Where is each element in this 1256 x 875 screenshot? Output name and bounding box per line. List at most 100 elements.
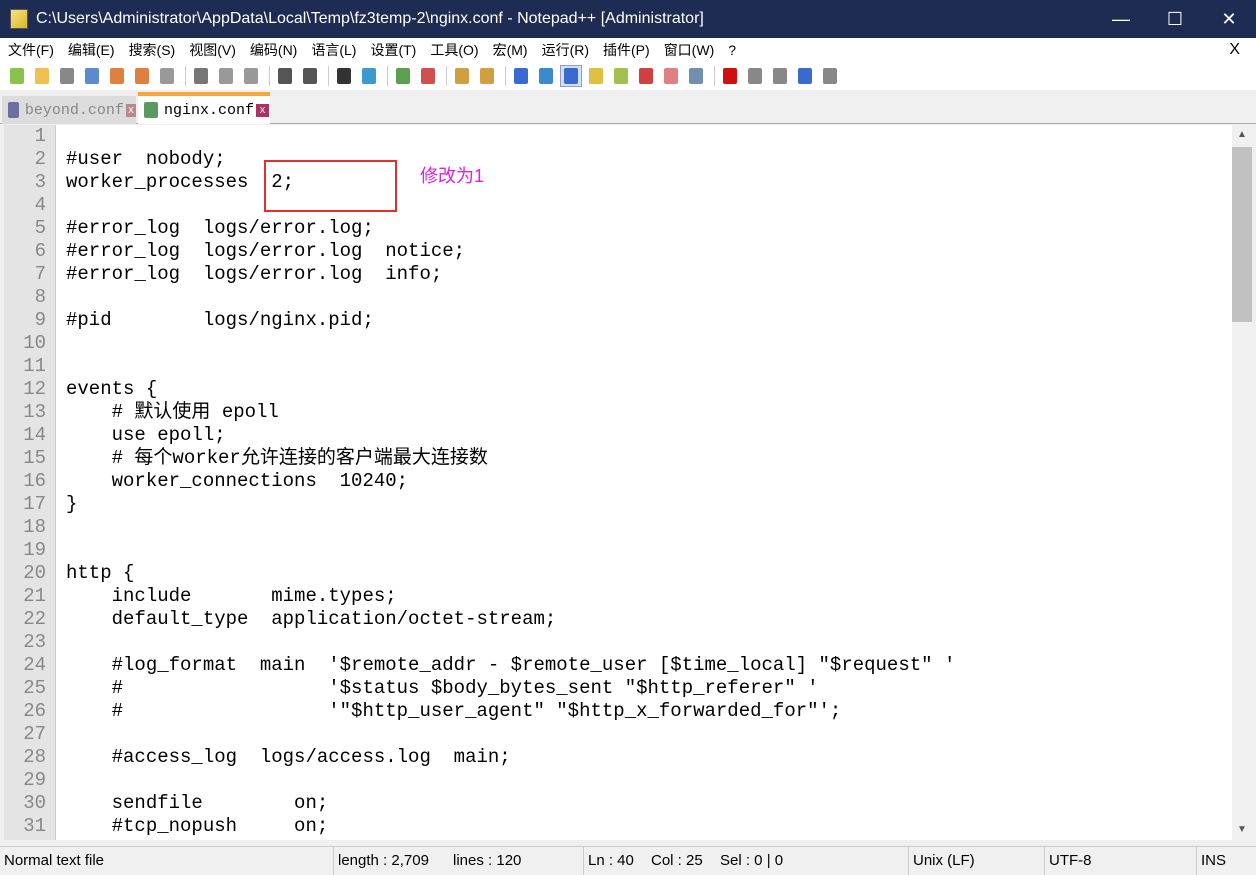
scroll-down-arrow-icon[interactable]: ▼ (1232, 820, 1252, 840)
close-all-button[interactable] (131, 65, 153, 87)
monitor-button[interactable] (685, 65, 707, 87)
replace-button[interactable] (358, 65, 380, 87)
print-button[interactable] (156, 65, 178, 87)
close-button[interactable]: ✕ (1202, 9, 1256, 30)
code-line: 15 # 每个worker允许连接的客户端最大连接数 (4, 447, 1232, 470)
menu-item[interactable]: 编辑(E) (60, 40, 121, 60)
word-wrap-button[interactable] (510, 65, 532, 87)
menu-bar: 文件(F) 编辑(E) 搜索(S) 视图(V) 编码(N) 语言(L) 设置(T) 工具(O)… (0, 38, 1256, 62)
menu-item[interactable]: 运行(R) (534, 40, 595, 60)
status-eol[interactable]: Unix (LF) (913, 852, 975, 869)
vertical-scrollbar[interactable]: ▲ ▼ (1232, 125, 1252, 840)
zoom-out-button[interactable] (417, 65, 439, 87)
menu-item[interactable]: ? (720, 42, 742, 58)
code-line: 21 include mime.types; (4, 585, 1232, 608)
line-text: worker_connections 10240; (66, 470, 409, 492)
menu-item[interactable]: 视图(V) (181, 40, 242, 60)
new-file-button[interactable] (6, 65, 28, 87)
window-title: C:\Users\Administrator\AppData\Local\Tem… (36, 10, 704, 27)
code-line: 31 #tcp_nopush on; (4, 815, 1232, 838)
menu-item[interactable]: 设置(T) (362, 40, 422, 60)
code-line: 18 (4, 516, 1232, 539)
code-line: 20 http { (4, 562, 1232, 585)
find-button[interactable] (333, 65, 355, 87)
menu-item[interactable]: 搜索(S) (121, 40, 182, 60)
menu-item[interactable]: 工具(O) (422, 40, 484, 60)
save-all-button[interactable] (81, 65, 103, 87)
save-macro-button[interactable] (819, 65, 841, 87)
status-encoding[interactable]: UTF-8 (1049, 852, 1092, 869)
code-line: 14 use epoll; (4, 424, 1232, 447)
play-multiple-macro-icon (798, 68, 812, 84)
minimize-button[interactable]: — (1094, 9, 1148, 30)
toolbar-separator (714, 66, 715, 86)
tab-close-icon[interactable]: x (125, 103, 136, 117)
scrollbar-thumb[interactable] (1232, 147, 1252, 322)
line-text: # 默认使用 epoll (66, 401, 279, 423)
copy-button[interactable] (215, 65, 237, 87)
status-insert-mode[interactable]: INS (1201, 852, 1226, 869)
status-line: Ln : 40 (588, 852, 634, 869)
line-number: 26 (23, 700, 46, 722)
tab-bar: beyond.conf x nginx.conf x (0, 90, 1256, 124)
code-line: 28 #access_log logs/access.log main; (4, 746, 1232, 769)
cut-button[interactable] (190, 65, 212, 87)
cut-icon (194, 68, 208, 84)
close-button[interactable] (106, 65, 128, 87)
menu-item[interactable]: 宏(M) (485, 40, 534, 60)
tab-close-icon[interactable]: x (256, 103, 270, 117)
maximize-button[interactable]: ☐ (1148, 9, 1202, 30)
menu-item[interactable]: 编码(N) (242, 40, 303, 60)
line-number: 5 (34, 217, 46, 239)
line-number: 15 (23, 447, 46, 469)
code-line: 10 (4, 332, 1232, 355)
copy-icon (219, 68, 233, 84)
record-macro-button[interactable] (719, 65, 741, 87)
stop-macro-button[interactable] (744, 65, 766, 87)
doc-map-button[interactable] (610, 65, 632, 87)
code-line: 26 # '"$http_user_agent" "$http_x_forwar… (4, 700, 1232, 723)
toolbar (0, 62, 1256, 90)
menu-item[interactable]: 窗口(W) (656, 40, 721, 60)
title-bar: C:\Users\Administrator\AppData\Local\Tem… (0, 0, 1256, 38)
folder-workspace-button[interactable] (660, 65, 682, 87)
play-macro-button[interactable] (769, 65, 791, 87)
highlight-box (264, 160, 397, 212)
redo-button[interactable] (299, 65, 321, 87)
play-multiple-macro-button[interactable] (794, 65, 816, 87)
line-number: 11 (23, 355, 46, 377)
close-document-button[interactable]: X (1221, 41, 1246, 59)
toolbar-separator (269, 66, 270, 86)
save-button[interactable] (56, 65, 78, 87)
menu-item[interactable]: 语言(L) (303, 40, 362, 60)
code-line: 19 (4, 539, 1232, 562)
line-number: 7 (34, 263, 46, 285)
function-list-icon (639, 68, 653, 84)
line-number: 28 (23, 746, 46, 768)
status-selection: Sel : 0 | 0 (720, 852, 784, 869)
line-number: 1 (34, 125, 46, 147)
editor-text-area[interactable]: 1 2 #user nobody; 3 worker_processes 2; 4 5 #er… (4, 125, 1232, 840)
sync-vertical-button[interactable] (451, 65, 473, 87)
show-all-chars-button[interactable] (535, 65, 557, 87)
scroll-up-arrow-icon[interactable]: ▲ (1232, 125, 1252, 145)
open-file-button[interactable] (31, 65, 53, 87)
menu-item[interactable]: 文件(F) (0, 40, 60, 60)
line-text: #user nobody; (66, 148, 226, 170)
indent-guide-button[interactable] (560, 65, 582, 87)
menu-item[interactable]: 插件(P) (595, 40, 656, 60)
tab-nginx-conf[interactable]: nginx.conf x (138, 92, 270, 124)
function-list-button[interactable] (635, 65, 657, 87)
tab-beyond-conf[interactable]: beyond.conf x (2, 96, 136, 124)
language-button[interactable] (585, 65, 607, 87)
status-file-type: Normal text file (4, 852, 105, 869)
show-all-chars-icon (539, 68, 553, 84)
redo-icon (303, 68, 317, 84)
sync-horizontal-button[interactable] (476, 65, 498, 87)
line-number: 30 (23, 792, 46, 814)
paste-button[interactable] (240, 65, 262, 87)
doc-map-icon (614, 68, 628, 84)
zoom-in-button[interactable] (392, 65, 414, 87)
line-number: 31 (23, 815, 46, 837)
undo-button[interactable] (274, 65, 296, 87)
